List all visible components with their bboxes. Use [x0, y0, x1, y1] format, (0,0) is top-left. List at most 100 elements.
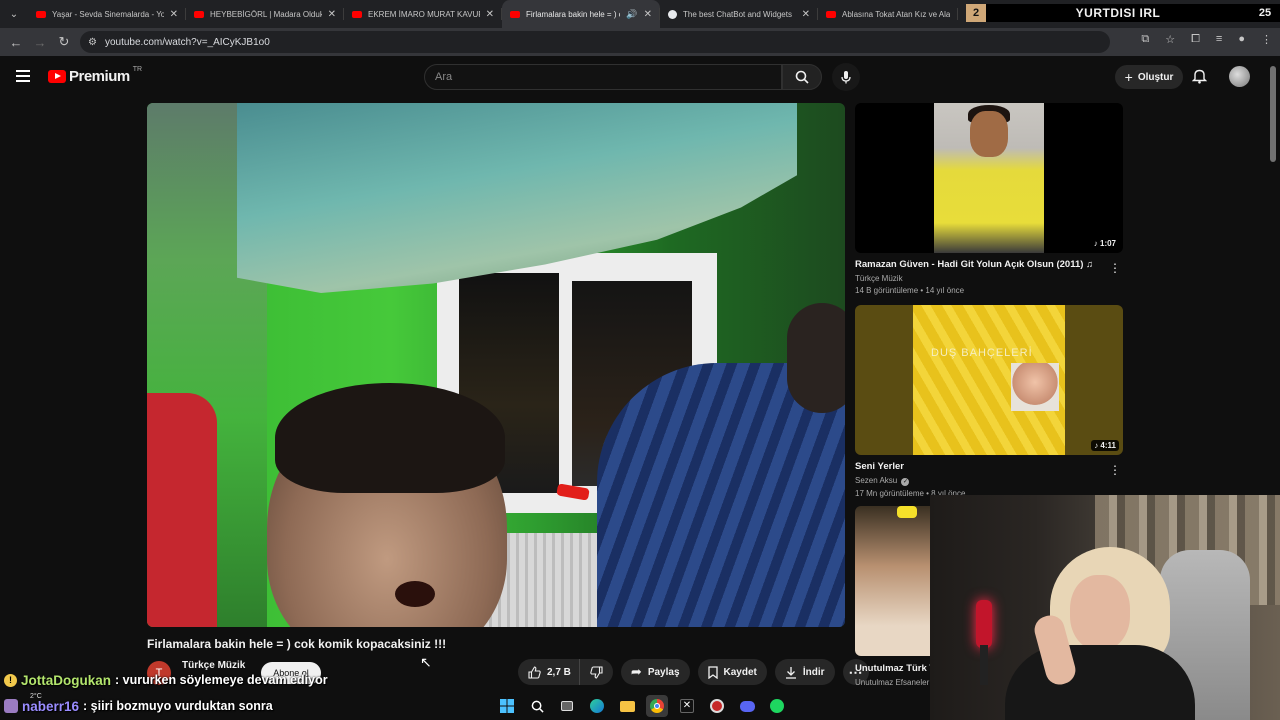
notifications-button[interactable]	[1191, 68, 1208, 89]
create-button[interactable]: + Oluştur	[1115, 65, 1183, 89]
thumbs-up-icon	[528, 665, 541, 679]
scrollbar-thumb[interactable]	[1270, 66, 1276, 162]
chat-text: : şiiri bozmuyo vurduktan sonra	[83, 699, 273, 713]
recommendation-thumbnail[interactable]: ♪ 1:07	[855, 103, 1123, 253]
youtube-header: Premium TR Ara + Oluştur	[0, 56, 1280, 98]
bell-icon	[1191, 69, 1208, 84]
thumbnail-yellow-object	[897, 506, 917, 518]
search-icon[interactable]	[526, 695, 548, 717]
cast-icon[interactable]: ⧉	[1141, 33, 1149, 46]
recommendation-item[interactable]: DUŞ BAHÇELERİ ♪ 4:11 ⋮ Seni Yerler Sezen…	[855, 305, 1123, 498]
tab-title: Ablasına Tokat Atan Kız ve Ala	[842, 9, 950, 19]
windows-logo-icon	[500, 699, 514, 713]
recommendation-meta: 14 B görüntüleme • 14 yıl önce	[855, 286, 965, 295]
close-tab-icon[interactable]: ✕	[802, 9, 810, 20]
extensions-icon[interactable]: ⧠	[1191, 33, 1200, 46]
streamer-webcam	[930, 495, 1280, 720]
file-explorer-icon[interactable]	[616, 695, 638, 717]
mouse-cursor-icon: ↖	[420, 654, 432, 670]
tab-title: The best ChatBot and Widgets	[683, 9, 792, 19]
page-scrollbar[interactable]	[1270, 62, 1278, 162]
plus-icon: +	[1124, 69, 1133, 85]
magnifier-icon	[531, 700, 544, 713]
video-frame-red-object	[147, 393, 217, 627]
media-control-icon[interactable]: ≡	[1216, 33, 1222, 46]
channel-label: Sezen Aksu	[855, 476, 898, 485]
url-text[interactable]: youtube.com/watch?v=_AICyKJB1o0	[105, 37, 270, 48]
browser-tab[interactable]: HEYBEBİGÖRL | Madara Olduk ✕	[186, 0, 344, 28]
forward-arrow-icon[interactable]: →	[28, 35, 52, 50]
browser-tab[interactable]: EKREM İMARO MURAT KAVUR ✕	[344, 0, 502, 28]
kebab-menu-icon[interactable]: ⋮	[1109, 463, 1121, 477]
album-cover-title: DUŞ BAHÇELERİ	[931, 347, 1033, 359]
site-info-icon[interactable]: ⚙	[88, 37, 97, 48]
youtube-logo[interactable]: Premium TR	[48, 66, 142, 85]
voice-search-button[interactable]	[832, 63, 860, 91]
taskbar-icons: ✕	[496, 695, 788, 717]
tab-title: Firlamalara bakin hele = ) c	[526, 9, 621, 19]
windows-icon[interactable]	[496, 695, 518, 717]
close-tab-icon[interactable]: ✕	[170, 9, 178, 20]
download-button[interactable]: İndir	[774, 659, 835, 685]
browser-menu-icon[interactable]: ⋮	[1261, 33, 1272, 46]
duration-badge: ♪ 1:07	[1090, 238, 1119, 249]
browser-tab[interactable]: Yaşar - Sevda Sinemalarda - Yo ✕	[28, 0, 186, 28]
share-label: Paylaş	[647, 666, 680, 678]
recommendation-channel[interactable]: Sezen Aksu ✓	[855, 476, 1123, 486]
tab-search-button[interactable]: ⌄	[0, 0, 28, 28]
video-frame-boy-hair	[275, 383, 505, 493]
search-button[interactable]	[782, 64, 822, 90]
logo-text: Premium	[69, 68, 130, 85]
hamburger-menu-icon[interactable]	[16, 70, 30, 82]
youtube-favicon-icon	[826, 10, 836, 18]
recommendation-channel[interactable]: Unutulmaz Efsaneler	[855, 678, 930, 687]
youtube-favicon-icon	[194, 10, 204, 18]
profile-icon[interactable]: ●	[1238, 33, 1245, 46]
duration-badge: ♪ 4:11	[1091, 440, 1119, 451]
dislike-button[interactable]	[578, 659, 613, 685]
recommendation-title[interactable]: Ramazan Güven - Hadi Git Yolun Açık Olsu…	[855, 259, 1105, 270]
browser-tab[interactable]: Ablasına Tokat Atan Kız ve Ala	[818, 0, 958, 28]
recommendation-item[interactable]: ♪ 1:07 ⋮ Ramazan Güven - Hadi Git Yolun …	[855, 103, 1123, 295]
chrome-icon[interactable]	[646, 695, 668, 717]
album-cover-portrait	[1011, 363, 1059, 411]
speaker-icon[interactable]: 🔊	[626, 9, 637, 20]
search-input[interactable]: Ara	[424, 64, 782, 90]
recommendation-thumbnail[interactable]: DUŞ BAHÇELERİ ♪ 4:11	[855, 305, 1123, 455]
screen: ⌄ Yaşar - Sevda Sinemalarda - Yo ✕ HEYBE…	[0, 0, 1280, 720]
youtube-play-icon	[48, 70, 66, 83]
discord-icon[interactable]	[736, 695, 758, 717]
recommendation-title[interactable]: Seni Yerler	[855, 461, 1105, 472]
reload-icon[interactable]: ↻	[52, 34, 76, 50]
bookmark-star-icon[interactable]: ☆	[1165, 33, 1175, 46]
youtube-favicon-icon	[352, 10, 362, 18]
share-button[interactable]: ➦ Paylaş	[620, 659, 690, 685]
kebab-menu-icon[interactable]: ⋮	[1109, 261, 1121, 275]
tab-title: EKREM İMARO MURAT KAVUR	[368, 9, 480, 19]
account-avatar[interactable]	[1229, 66, 1250, 87]
x-icon[interactable]: ✕	[676, 695, 698, 717]
recommendation-channel[interactable]: Türkçe Müzik	[855, 274, 1123, 283]
recommendation-title[interactable]: Unutulmaz Türk T	[855, 663, 930, 674]
recommendation-thumbnail[interactable]	[855, 506, 930, 656]
thumbs-down-icon	[590, 665, 603, 679]
task-view-icon[interactable]	[556, 695, 578, 717]
like-button[interactable]: 2,7 B	[518, 659, 579, 685]
browser-toolbar: ← → ↻ ⚙ youtube.com/watch?v=_AICyKJB1o0 …	[0, 28, 1280, 56]
address-bar[interactable]: ⚙ youtube.com/watch?v=_AICyKJB1o0	[80, 31, 1110, 53]
edge-icon[interactable]	[586, 695, 608, 717]
close-tab-icon[interactable]: ✕	[644, 9, 652, 20]
bookmark-icon	[707, 665, 718, 679]
spotify-icon[interactable]	[766, 695, 788, 717]
save-button[interactable]: Kaydet	[697, 659, 767, 685]
search-icon	[795, 70, 809, 84]
browser-tab-active[interactable]: Firlamalara bakin hele = ) c 🔊 ✕	[502, 0, 660, 28]
browser-tab[interactable]: The best ChatBot and Widgets ✕	[660, 0, 818, 28]
video-player[interactable]	[147, 103, 845, 627]
back-arrow-icon[interactable]: ←	[4, 35, 28, 50]
game-icon[interactable]	[706, 695, 728, 717]
chat-badge-icon: !	[4, 673, 17, 687]
close-tab-icon[interactable]: ✕	[486, 9, 494, 20]
close-tab-icon[interactable]: ✕	[328, 9, 336, 20]
chat-message: ! JottaDogukan : vururken söylemeye deva…	[0, 670, 328, 690]
